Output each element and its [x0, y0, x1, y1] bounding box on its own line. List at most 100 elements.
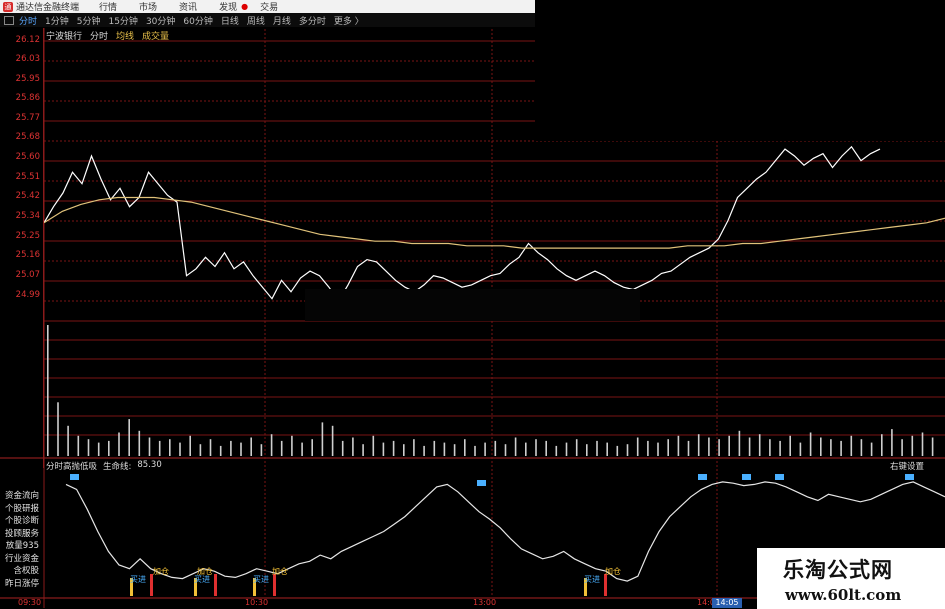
- add-signal: 加仓: [153, 567, 169, 576]
- volume-bar: [687, 440, 690, 456]
- volume-bar: [525, 442, 527, 456]
- volume-bar: [820, 437, 822, 456]
- buy-signal: 买进: [130, 575, 146, 584]
- indicator-name: 分时高抛低吸: [46, 462, 98, 472]
- volume-bar: [280, 440, 283, 456]
- volume-bar: [606, 442, 608, 456]
- volume-bar: [901, 439, 903, 456]
- top-signal-marker: [742, 474, 751, 480]
- volume-bar: [291, 435, 293, 456]
- add-signal: 加仓: [272, 567, 288, 576]
- price-tick: 25.68: [15, 132, 40, 142]
- volume-bar: [931, 437, 934, 456]
- price-tick: 25.95: [15, 74, 40, 84]
- side-item-volume935[interactable]: 放量935: [0, 539, 42, 552]
- add-signal-bar: [273, 574, 276, 596]
- masked-region: [305, 289, 640, 321]
- volume-bar: [697, 434, 700, 456]
- volume-bar: [250, 437, 252, 456]
- volume-bar: [209, 439, 212, 456]
- volume-bar: [535, 439, 537, 456]
- volume-bar: [616, 445, 619, 456]
- volume-bar: [555, 445, 558, 456]
- volume-bar: [718, 439, 720, 456]
- stock-header: 宁波银行 分时 均线 成交量: [46, 29, 169, 42]
- side-item-research[interactable]: 个股研报: [0, 502, 42, 515]
- price-tick: 25.07: [15, 270, 40, 280]
- add-signal-bar: [150, 574, 153, 596]
- volume-bar: [626, 444, 629, 456]
- lifeline-label: 生命线:: [103, 462, 132, 472]
- volume-bar: [321, 422, 324, 456]
- volume-bar: [169, 439, 171, 456]
- side-item-industry-fund[interactable]: 行业资金: [0, 552, 42, 565]
- volume-bar: [403, 444, 405, 456]
- volume-bar: [189, 435, 191, 456]
- volume-bar: [667, 439, 669, 456]
- time-tick: 10:30: [245, 598, 269, 607]
- side-item-rights[interactable]: 含权股: [0, 564, 42, 577]
- price-tick: 25.16: [15, 250, 40, 260]
- time-tick: 13:00: [473, 598, 497, 607]
- top-signal-marker: [698, 474, 707, 480]
- volume-bar: [47, 325, 49, 456]
- add-signal-bar: [604, 574, 607, 596]
- masked-region: [535, 0, 945, 141]
- volume-bar: [728, 435, 730, 456]
- top-signal-marker: [477, 480, 486, 486]
- volume-bar: [148, 437, 151, 456]
- side-item-fund-flow[interactable]: 资金流向: [0, 489, 42, 502]
- volume-bar: [545, 440, 547, 456]
- time-tick: 09:30: [18, 598, 42, 607]
- buy-signal: 买进: [253, 575, 269, 584]
- buy-signal: 买进: [584, 575, 600, 584]
- price-tick: 25.60: [15, 152, 40, 162]
- watermark: 乐淘公式网 www.60lt.com: [757, 548, 945, 609]
- volume-bar: [738, 430, 741, 456]
- volume-bar: [636, 437, 639, 456]
- volume-bar: [311, 439, 313, 456]
- price-tick: 25.34: [15, 211, 40, 221]
- lifeline-value: 85.30: [137, 460, 162, 470]
- volume-bar: [240, 442, 242, 456]
- volume-label: 成交量: [142, 32, 170, 42]
- price-axis: 26.12 26.03 25.95 25.86 25.77 25.68 25.6…: [0, 28, 44, 468]
- volume-bar: [382, 442, 385, 456]
- volume-bar: [514, 437, 517, 456]
- volume-bar: [67, 425, 69, 456]
- volume-bar: [362, 444, 364, 456]
- volume-bar: [911, 435, 914, 456]
- volume-bar: [758, 434, 761, 456]
- volume-bar: [575, 439, 578, 456]
- volume-bar: [301, 442, 303, 456]
- volume-bar: [57, 402, 59, 456]
- price-tick: 25.86: [15, 93, 40, 103]
- volume-bar: [270, 434, 273, 456]
- volume-bar: [352, 437, 354, 456]
- side-item-limit-up[interactable]: 昨日涨停: [0, 577, 42, 590]
- price-tick: 25.51: [15, 172, 40, 182]
- volume-bar: [860, 439, 863, 456]
- volume-bar: [128, 419, 130, 456]
- volume-bar: [443, 442, 446, 456]
- volume-bar: [809, 432, 812, 456]
- volume-bar: [77, 435, 80, 456]
- side-item-diagnosis[interactable]: 个股诊断: [0, 514, 42, 527]
- add-signal: 加仓: [605, 567, 621, 576]
- volume-bar: [97, 442, 100, 456]
- volume-bar: [484, 442, 486, 456]
- add-signal-bar: [214, 574, 217, 596]
- chart-mode-label: 分时: [90, 32, 109, 42]
- side-item-advisor[interactable]: 投顾服务: [0, 527, 42, 540]
- volume-bar: [565, 442, 568, 456]
- volume-bar: [433, 440, 436, 456]
- volume-bar: [87, 439, 90, 456]
- volume-bar: [179, 442, 181, 456]
- volume-bar: [891, 429, 893, 456]
- volume-bar: [830, 439, 832, 456]
- add-signal: 加仓: [197, 567, 213, 576]
- volume-bar: [464, 439, 466, 456]
- price-tick: 26.03: [15, 54, 40, 64]
- right-click-settings[interactable]: 右键设置: [890, 460, 924, 472]
- volume-bar: [118, 432, 120, 456]
